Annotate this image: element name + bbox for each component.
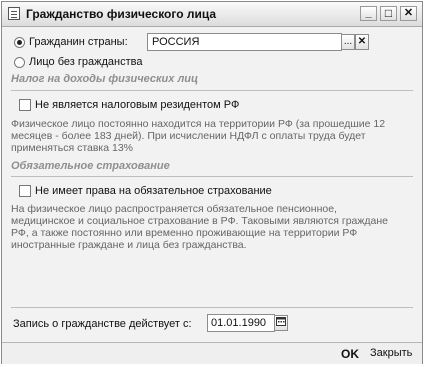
record-date-field[interactable]: 01.01.1990 xyxy=(207,314,275,332)
insurance-description-line: На физическое лицо распространяется обяз… xyxy=(11,203,337,215)
insurance-description-line: медицинское и социальное страхование в Р… xyxy=(11,215,389,227)
citizen-of-country-radio[interactable] xyxy=(14,37,25,48)
select-country-button[interactable]: ... xyxy=(341,34,355,50)
calendar-icon xyxy=(276,317,286,326)
insurance-description-line: РФ, а также постоянно или временно прожи… xyxy=(11,227,358,239)
insurance-section-heading: Обязательное страхование xyxy=(11,160,170,172)
ndfl-description-line: применяться ставка 13% xyxy=(11,142,134,154)
close-window-button[interactable]: ✕ xyxy=(400,6,417,21)
dialog-footer: OK Закрыть xyxy=(2,342,422,364)
section-divider xyxy=(11,307,413,308)
no-insurance-right-label: Не имеет права на обязательное страхован… xyxy=(35,185,272,197)
citizen-of-country-label: Гражданин страны: xyxy=(29,36,128,48)
non-resident-label: Не является налоговым резидентом РФ xyxy=(35,99,240,111)
ndfl-description-line: Физическое лицо постоянно находится на т… xyxy=(11,118,386,130)
record-date-label: Запись о гражданстве действует с: xyxy=(13,318,192,330)
close-button[interactable]: Закрыть xyxy=(370,347,412,359)
section-divider xyxy=(11,176,413,177)
window-title: Гражданство физического лица xyxy=(26,7,217,21)
country-field[interactable]: РОССИЯ xyxy=(147,33,342,51)
citizenship-dialog: Гражданство физического лица _ □ ✕ Гражд… xyxy=(1,1,423,364)
stateless-label: Лицо без гражданства xyxy=(29,56,143,68)
no-insurance-right-checkbox[interactable] xyxy=(19,185,31,197)
ndfl-description-line: месяцев - более 183 дней). При исчислени… xyxy=(11,130,366,142)
minimize-button[interactable]: _ xyxy=(360,6,377,21)
title-bar[interactable]: Гражданство физического лица _ □ ✕ xyxy=(2,2,422,27)
ok-button[interactable]: OK xyxy=(341,347,359,361)
non-resident-checkbox[interactable] xyxy=(19,99,31,111)
section-divider xyxy=(11,90,413,91)
insurance-description-line: иностранные граждане и лица без гражданс… xyxy=(11,239,247,251)
ndfl-description: Физическое лицо постоянно находится на т… xyxy=(11,118,385,154)
stateless-radio[interactable] xyxy=(14,57,25,68)
document-icon xyxy=(8,7,20,20)
maximize-button[interactable]: □ xyxy=(380,6,397,21)
calendar-button[interactable] xyxy=(274,315,288,331)
ndfl-section-heading: Налог на доходы физических лиц xyxy=(11,73,199,85)
clear-country-button[interactable]: ✕ xyxy=(355,34,369,50)
insurance-description: На физическое лицо распространяется обяз… xyxy=(11,203,388,251)
